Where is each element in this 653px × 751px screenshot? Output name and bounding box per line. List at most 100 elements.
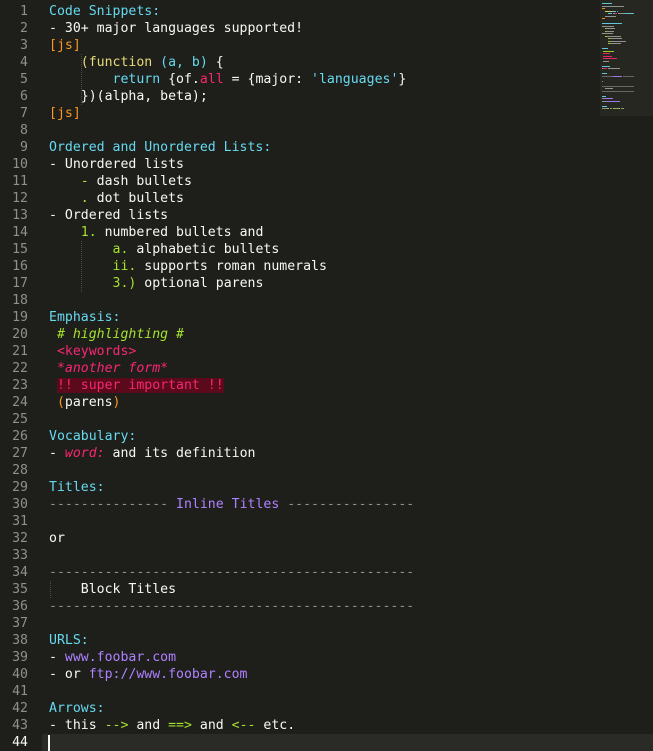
minimap-line <box>610 40 627 42</box>
minimap-line <box>632 13 634 14</box>
text-editor[interactable]: 1 2 3 4 5 6 7 8 9 10 11 12 13 14 15 16 17 18 19 20 21 22 23 24 2… <box>0 0 653 751</box>
line-number: 19 <box>12 310 28 325</box>
code-token: dot bullets <box>96 191 184 206</box>
code-line: Titles: <box>49 479 105 496</box>
line-number: 41 <box>12 684 28 699</box>
code-token: optional parens <box>144 276 264 291</box>
code-line: a. alphabetic bullets <box>49 241 280 258</box>
minimap-line <box>602 50 614 52</box>
code-token: [js] <box>49 38 81 53</box>
code-token: ==> <box>168 718 192 733</box>
code-token: } <box>398 72 407 87</box>
code-token: Ordered and Unordered Lists: <box>49 140 272 155</box>
code-token: all <box>199 72 224 87</box>
code-token: Titles: <box>49 480 105 495</box>
minimap-line <box>618 108 621 109</box>
line-number: 29 <box>12 480 28 495</box>
code-token: and <box>191 718 232 733</box>
minimap-line <box>606 30 614 32</box>
minimap-line <box>616 10 618 12</box>
code-token: (function <box>80 55 161 70</box>
minimap-line <box>602 105 607 107</box>
minimap-line <box>602 3 612 4</box>
line-number: 11 <box>12 174 28 189</box>
code-line: - dash bullets <box>49 173 192 190</box>
code-token: (a, b) <box>160 55 208 70</box>
line-number: 20 <box>12 327 28 342</box>
code-token: 'languages' <box>311 72 399 87</box>
code-line: - Unordered lists <box>49 156 184 173</box>
line-number: 12 <box>12 191 28 206</box>
code-line: Block Titles <box>49 581 176 598</box>
code-line: [js] <box>49 105 81 122</box>
line-number: 39 <box>12 650 28 665</box>
code-token: - <box>49 650 65 665</box>
minimap-line <box>606 35 621 37</box>
current-line-highlight <box>42 734 653 751</box>
code-token: numbered bullets and <box>104 225 264 240</box>
code-token: Code Snippets: <box>49 4 161 19</box>
code-token: dash bullets <box>96 174 192 189</box>
minimap-line <box>602 53 610 54</box>
code-token: . <box>80 191 97 206</box>
minimap-line <box>602 18 605 19</box>
minimap-line <box>609 38 623 39</box>
minimap-line <box>602 80 604 82</box>
minimap-line <box>602 58 618 59</box>
code-token: <-- <box>231 718 256 733</box>
code-line: return {of.all = {major: 'languages'} <box>49 71 407 88</box>
code-token: etc. <box>255 718 296 733</box>
minimap-line <box>602 33 613 34</box>
line-number: 31 <box>12 514 28 529</box>
code-token: # highlighting # <box>56 327 184 342</box>
code-line: - or ftp://www.foobar.com <box>49 666 248 683</box>
code-token: Arrows: <box>49 701 105 716</box>
code-token: and its definition <box>104 446 256 461</box>
code-token: 3.) <box>112 276 145 291</box>
line-number: 5 <box>20 72 28 87</box>
line-number: 36 <box>12 599 28 614</box>
minimap-line <box>602 85 635 87</box>
indent-guide <box>81 241 82 292</box>
code-token: - Ordered lists <box>49 208 169 223</box>
minimap-line <box>602 23 622 24</box>
line-number: 28 <box>12 463 28 478</box>
minimap-line <box>602 8 605 9</box>
line-number-gutter[interactable]: 1 2 3 4 5 6 7 8 9 10 11 12 13 14 15 16 17 18 19 20 21 22 23 24 2… <box>0 0 42 750</box>
line-number: 35 <box>12 582 28 597</box>
line-number: 1 <box>20 4 28 19</box>
code-line: Vocabulary: <box>49 428 136 445</box>
line-number: 38 <box>12 633 28 648</box>
minimap-line <box>623 75 635 77</box>
code-line: Emphasis: <box>49 309 120 326</box>
code-token: - <box>49 446 65 461</box>
line-number: 25 <box>12 412 28 427</box>
code-token: www.foobar.com <box>64 650 177 665</box>
code-token: ----------------------------------------… <box>49 599 415 614</box>
minimap-line <box>625 13 633 14</box>
code-line: - word: and its definition <box>49 445 255 462</box>
line-number: 17 <box>12 276 28 291</box>
code-token: { <box>207 55 224 70</box>
code-token: Block Titles <box>49 582 177 597</box>
line-number: 30 <box>12 497 28 512</box>
code-line: [js] <box>49 37 81 54</box>
line-number: 24 <box>12 395 28 410</box>
code-token: ftp://www.foobar.com <box>88 667 248 682</box>
line-number: 8 <box>20 123 28 138</box>
minimap[interactable] <box>600 0 653 116</box>
code-token: ----------------------------------------… <box>49 565 415 580</box>
code-token: = {major: <box>223 72 312 87</box>
minimap-line <box>613 75 623 77</box>
code-line: ----------------------------------------… <box>49 564 414 581</box>
minimap-line <box>618 13 626 14</box>
minimap-line <box>606 28 615 29</box>
minimap-line <box>602 95 606 97</box>
code-token: - this <box>49 718 105 733</box>
indent-guide <box>81 54 82 105</box>
code-token: supports roman numerals <box>144 259 327 274</box>
